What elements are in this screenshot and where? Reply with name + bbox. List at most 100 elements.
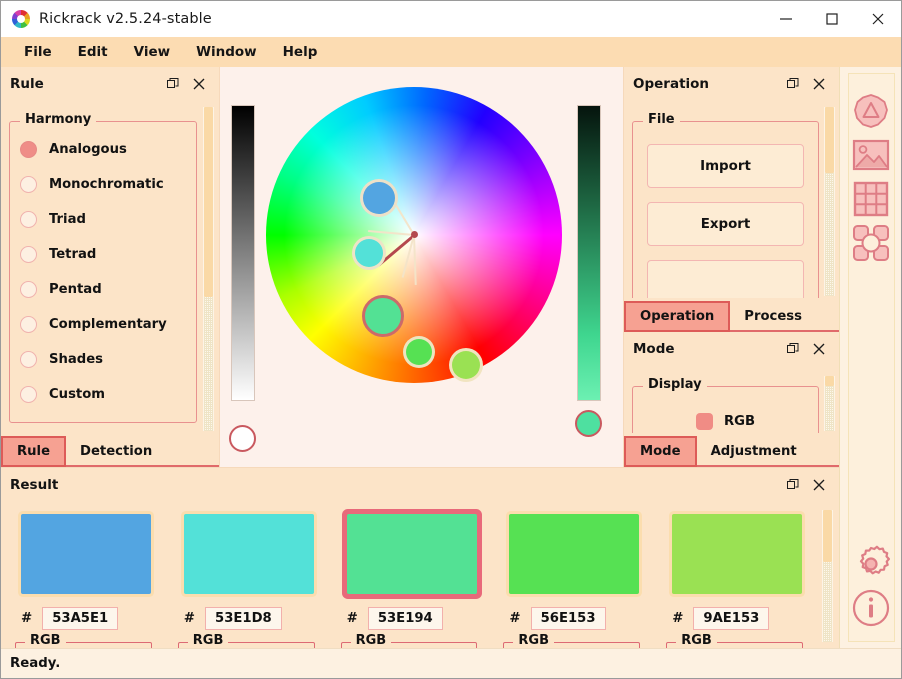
float-icon[interactable] bbox=[785, 341, 801, 357]
settings-gear-icon[interactable] bbox=[849, 542, 893, 586]
scrollbar-track[interactable] bbox=[204, 297, 213, 431]
color-chip-53E194[interactable] bbox=[347, 514, 477, 594]
rgb-groupbox: RGB bbox=[666, 642, 803, 648]
color-wheel-area[interactable] bbox=[220, 67, 624, 467]
harmony-option-custom[interactable]: Custom bbox=[10, 377, 196, 412]
tab-operation[interactable]: Operation bbox=[624, 301, 730, 332]
mode-panel-title: Mode bbox=[633, 341, 675, 357]
operation-panel-scrollbar[interactable] bbox=[824, 107, 835, 296]
radio-icon[interactable] bbox=[20, 211, 37, 228]
radio-icon[interactable] bbox=[20, 316, 37, 333]
tab-detection[interactable]: Detection bbox=[66, 436, 166, 467]
wheel-marker-9AE153[interactable] bbox=[449, 348, 483, 382]
tab-process[interactable]: Process bbox=[730, 301, 816, 332]
harmony-option-analogous[interactable]: Analogous bbox=[10, 132, 196, 167]
harmony-option-triad[interactable]: Triad bbox=[10, 202, 196, 237]
menu-item-help[interactable]: Help bbox=[270, 40, 331, 64]
work-area: Rule Harmony bbox=[1, 67, 839, 648]
hex-row: # 9AE153 bbox=[672, 607, 769, 630]
menu-item-view[interactable]: View bbox=[121, 40, 183, 64]
wheel-marker-53E1D8[interactable] bbox=[352, 236, 386, 270]
radio-icon[interactable] bbox=[20, 246, 37, 263]
tab-mode[interactable]: Mode bbox=[624, 436, 697, 467]
minimize-icon[interactable] bbox=[763, 1, 809, 37]
rgb-swatch-icon[interactable] bbox=[696, 413, 713, 430]
scrollbar-thumb[interactable] bbox=[823, 510, 832, 562]
radio-icon[interactable] bbox=[20, 176, 37, 193]
maximize-icon[interactable] bbox=[809, 1, 855, 37]
import-button[interactable]: Import bbox=[647, 144, 804, 188]
result-panel-scrollbar[interactable] bbox=[822, 510, 833, 642]
icon-rail bbox=[839, 67, 901, 648]
harmony-option-monochromatic[interactable]: Monochromatic bbox=[10, 167, 196, 202]
image-icon[interactable] bbox=[849, 133, 893, 177]
harmony-option-tetrad[interactable]: Tetrad bbox=[10, 237, 196, 272]
menu-item-window[interactable]: Window bbox=[183, 40, 270, 64]
scrollbar-track[interactable] bbox=[823, 562, 832, 642]
wheel-marker-53A5E1[interactable] bbox=[360, 179, 398, 217]
value-slider[interactable] bbox=[231, 105, 255, 401]
close-icon[interactable] bbox=[811, 341, 827, 357]
info-icon[interactable] bbox=[849, 586, 893, 630]
harmony-option-label: Tetrad bbox=[49, 247, 96, 262]
close-icon[interactable] bbox=[811, 76, 827, 92]
display-mode-row[interactable]: RGB bbox=[633, 413, 818, 430]
menu-item-file[interactable]: File bbox=[11, 40, 65, 64]
float-icon[interactable] bbox=[165, 76, 181, 92]
alpha-slider-knob[interactable] bbox=[575, 410, 602, 437]
scrollbar-track[interactable] bbox=[825, 386, 834, 431]
third-file-button[interactable] bbox=[647, 260, 804, 298]
tab-adjustment[interactable]: Adjustment bbox=[697, 436, 811, 467]
alpha-slider[interactable] bbox=[577, 105, 601, 401]
harmony-option-shades[interactable]: Shades bbox=[10, 342, 196, 377]
rgb-group-label: RGB bbox=[188, 633, 229, 648]
wheel-connector-line bbox=[368, 230, 414, 236]
hex-input-53A5E1[interactable]: 53A5E1 bbox=[42, 607, 118, 630]
color-wheel[interactable] bbox=[266, 87, 562, 383]
status-text: Ready. bbox=[10, 656, 60, 671]
scrollbar-track[interactable] bbox=[825, 173, 834, 296]
float-icon[interactable] bbox=[785, 76, 801, 92]
mode-panel-scrollbar[interactable] bbox=[824, 376, 835, 431]
harmony-group-label: Harmony bbox=[20, 112, 96, 127]
hex-input-56E153[interactable]: 56E153 bbox=[531, 607, 606, 630]
scrollbar-thumb[interactable] bbox=[204, 107, 213, 297]
hex-input-53E1D8[interactable]: 53E1D8 bbox=[205, 607, 282, 630]
wheel-marker-53E194[interactable] bbox=[362, 295, 404, 337]
harmony-option-complementary[interactable]: Complementary bbox=[10, 307, 196, 342]
color-chip-53E1D8[interactable] bbox=[184, 514, 314, 594]
color-chip-53A5E1[interactable] bbox=[21, 514, 151, 594]
wheel-marker-56E153[interactable] bbox=[403, 336, 435, 368]
swatch-cell: # 53E1D8 RGB bbox=[164, 502, 327, 648]
close-icon[interactable] bbox=[811, 477, 827, 493]
harmony-option-pentad[interactable]: Pentad bbox=[10, 272, 196, 307]
color-chip-9AE153[interactable] bbox=[672, 514, 802, 594]
swatch-cell: # 9AE153 RGB bbox=[652, 502, 815, 648]
export-button[interactable]: Export bbox=[647, 202, 804, 246]
harmony-option-label: Monochromatic bbox=[49, 177, 164, 192]
scrollbar-thumb[interactable] bbox=[825, 107, 834, 173]
file-groupbox: File Import Export bbox=[632, 121, 819, 298]
menu-item-edit[interactable]: Edit bbox=[65, 40, 121, 64]
radio-icon[interactable] bbox=[20, 351, 37, 368]
scrollbar-thumb[interactable] bbox=[825, 376, 834, 386]
hex-input-53E194[interactable]: 53E194 bbox=[368, 607, 443, 630]
wheel-icon[interactable] bbox=[849, 89, 893, 133]
radio-icon[interactable] bbox=[20, 281, 37, 298]
close-icon[interactable] bbox=[191, 76, 207, 92]
hex-input-9AE153[interactable]: 9AE153 bbox=[693, 607, 769, 630]
float-icon[interactable] bbox=[785, 477, 801, 493]
radio-icon[interactable] bbox=[20, 386, 37, 403]
color-chip-56E153[interactable] bbox=[509, 514, 639, 594]
rule-panel: Rule Harmony bbox=[1, 67, 220, 467]
rule-panel-scrollbar[interactable] bbox=[203, 107, 214, 431]
close-icon[interactable] bbox=[855, 1, 901, 37]
grid-icon[interactable] bbox=[849, 177, 893, 221]
wheel-center-point[interactable] bbox=[411, 231, 418, 238]
radio-icon[interactable] bbox=[20, 141, 37, 158]
board-icon[interactable] bbox=[849, 221, 893, 265]
window-controls bbox=[763, 1, 901, 37]
tab-rule[interactable]: Rule bbox=[1, 436, 66, 467]
harmony-option-label: Pentad bbox=[49, 282, 102, 297]
value-slider-knob[interactable] bbox=[229, 425, 256, 452]
